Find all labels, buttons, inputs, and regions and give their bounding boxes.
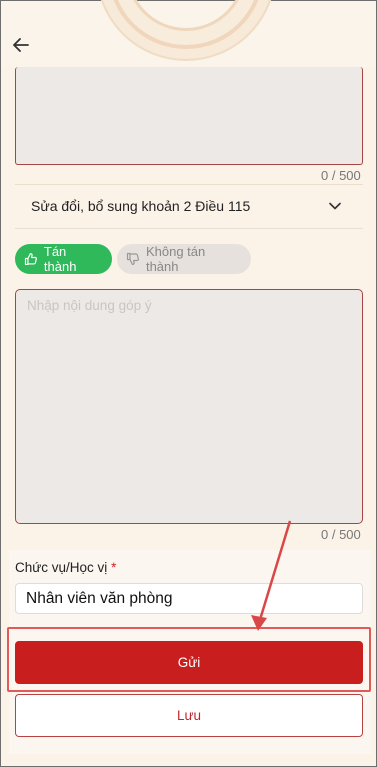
chevron-down-icon: [329, 202, 341, 210]
agree-label: Tán thành: [43, 244, 77, 274]
position-input[interactable]: Nhân viên văn phòng: [15, 583, 363, 614]
first-comment-textarea[interactable]: [15, 67, 363, 165]
article-title: Sửa đổi, bổ sung khoản 2 Điều 115: [31, 198, 251, 214]
comment-textarea[interactable]: Nhập nội dung góp ý: [15, 289, 363, 524]
disagree-button[interactable]: Không tán thành: [117, 244, 251, 274]
position-label: Chức vụ/Học vị *: [15, 560, 116, 575]
article-dropdown[interactable]: Sửa đổi, bổ sung khoản 2 Điều 115: [15, 187, 363, 225]
arrow-left-icon: [13, 38, 29, 52]
comment-counter: 0 / 500: [321, 527, 361, 542]
header: [1, 0, 376, 67]
comment-placeholder: Nhập nội dung góp ý: [27, 298, 152, 313]
position-label-text: Chức vụ/Học vị: [15, 560, 108, 575]
thumbs-down-icon: [126, 252, 139, 266]
disagree-label: Không tán thành: [145, 244, 206, 274]
thumbs-up-icon: [24, 252, 37, 266]
required-mark: *: [111, 560, 117, 575]
agree-button[interactable]: Tán thành: [15, 244, 112, 274]
save-button[interactable]: Lưu: [15, 694, 363, 737]
divider: [15, 228, 363, 229]
header-decoration: [96, 0, 276, 61]
send-button[interactable]: Gửi: [15, 641, 363, 684]
back-button[interactable]: [10, 34, 32, 56]
divider: [15, 184, 363, 185]
first-comment-counter: 0 / 500: [321, 168, 361, 183]
